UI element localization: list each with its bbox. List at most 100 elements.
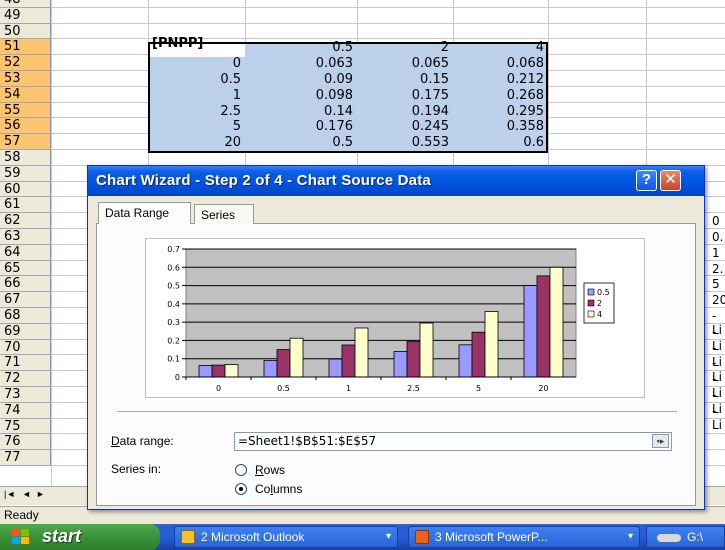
table-cell[interactable]: 0.268 [455,88,548,103]
y-tick-label: 0.6 [167,263,180,272]
row-header-49[interactable]: 49 [0,7,51,24]
table-cell[interactable]: 0.14 [247,104,357,119]
chevron-down-icon: ▾ [627,531,633,542]
windows-logo-icon [12,529,29,544]
taskbar: start 2 Microsoft Outlook ▾ 3 Microsoft … [0,524,725,550]
data-range-label: Data range: [111,434,174,448]
taskbar-item-drive[interactable]: G:\ [646,526,725,548]
row-header-68[interactable]: 68 [0,308,51,324]
table-cell[interactable]: 0.295 [455,104,548,119]
right-column-cell[interactable]: -Li [712,404,725,432]
taskbar-item-outlook[interactable]: 2 Microsoft Outlook ▾ [174,526,398,548]
row-header-55[interactable]: 55 [0,102,51,119]
right-column-cell[interactable]: 1 [712,246,720,260]
row-header-71[interactable]: 71 [0,355,51,372]
table-cell[interactable]: 2.5 [150,104,245,119]
table-cell[interactable]: 0.15 [359,72,453,87]
table-cell[interactable]: 0.358 [455,119,548,134]
row-header-58[interactable]: 58 [0,150,51,166]
table-cell[interactable]: 0.5 [247,135,357,150]
row-header-51[interactable]: 51 [0,39,51,56]
table-cell[interactable]: 4 [455,40,548,55]
table-cell[interactable]: 1 [150,88,245,103]
taskbar-item-powerpoint[interactable]: 3 Microsoft PowerP... ▾ [408,526,640,548]
row-header-74[interactable]: 74 [0,402,51,419]
row-header-53[interactable]: 53 [0,71,51,87]
next-sheet-arrow-icon[interactable]: ► [36,489,45,499]
data-range-tab-panel: 0 0.1 0.2 0.3 0.4 0.5 0.6 0.7 0 0.5 1 2.5 5 20 0.5 2 4 D… [96,223,696,506]
prev-sheet-arrow-icon[interactable]: ◄ [22,489,31,499]
table-cell[interactable]: 0.063 [247,56,357,71]
row-header-57[interactable]: 57 [0,134,51,150]
start-button[interactable]: start [0,524,160,550]
row-header-66[interactable]: 66 [0,276,51,293]
row-header-63[interactable]: 63 [0,229,51,245]
row-header-59[interactable]: 59 [0,165,51,182]
columns-radio[interactable] [235,483,247,495]
table-cell[interactable]: 0.065 [359,56,453,71]
tab-series[interactable]: Series [194,204,254,224]
row-header-60[interactable]: 60 [0,181,51,198]
help-button[interactable]: ? [636,170,657,191]
table-cell[interactable]: 0.176 [247,119,357,134]
row-header-50[interactable]: 50 [0,23,51,40]
columns-radio-label[interactable]: Columns [255,482,302,496]
row-header-67[interactable]: 67 [0,292,51,308]
first-sheet-arrow-icon[interactable]: |◄ [4,489,15,499]
row-header-54[interactable]: 54 [0,86,51,103]
collapse-dialog-icon[interactable]: ▪▸ [652,434,669,448]
right-column-cell[interactable]: 5 [712,277,720,291]
row-header-70[interactable]: 70 [0,339,51,356]
row-header-72[interactable]: 72 [0,371,51,387]
table-cell[interactable]: 0.212 [455,72,548,87]
table-cell[interactable]: 0.068 [455,56,548,71]
table-cell[interactable]: 0.194 [359,104,453,119]
row-header-56[interactable]: 56 [0,118,51,135]
row-gridline [51,22,725,24]
table-cell[interactable]: 2 [359,40,453,55]
table-cell[interactable]: 0.175 [359,88,453,103]
row-header-62[interactable]: 62 [0,213,51,229]
rows-radio[interactable] [235,464,247,476]
row-header-61[interactable]: 61 [0,197,51,214]
legend-swatch [587,299,595,307]
table-cell[interactable]: 0.5 [247,40,357,55]
tab-data-range[interactable]: Data Range [98,202,191,224]
y-tick-label: 0.4 [167,300,180,309]
dialog-title: Chart Wizard - Step 2 of 4 - Chart Sourc… [96,172,431,189]
table-cell[interactable]: 0.5 [150,72,245,87]
table-cell[interactable]: 0.09 [247,72,357,87]
x-tick-label: 2.5 [407,384,420,393]
dialog-title-bar[interactable]: Chart Wizard - Step 2 of 4 - Chart Sourc… [88,166,704,196]
row-header-76[interactable]: 76 [0,434,51,451]
series-in-label: Series in: [111,462,162,476]
row-header-73[interactable]: 73 [0,387,51,403]
right-column-cell[interactable]: 2. [712,262,723,276]
row-header-69[interactable]: 69 [0,323,51,340]
table-cell[interactable]: 0.245 [359,119,453,134]
right-column-cell[interactable]: 0. [712,230,723,244]
table-cell[interactable]: 5 [150,119,245,134]
row-header-52[interactable]: 52 [0,55,51,71]
row-header-77[interactable]: 77 [0,450,51,466]
x-tick-label: 1 [346,384,351,393]
start-label: start [42,526,82,546]
row-header-64[interactable]: 64 [0,244,51,261]
table-cell[interactable]: 0.553 [359,135,453,150]
right-column-cell[interactable]: 20 [712,293,725,307]
bar [289,337,304,378]
bar [536,275,551,378]
table-cell[interactable]: 20 [150,135,245,150]
close-button[interactable]: ✕ [660,170,681,191]
table-cell[interactable]: 0.6 [455,135,548,150]
table-cell[interactable]: 0 [150,56,245,71]
row-header-48[interactable]: 48 [0,0,51,8]
rows-radio-label[interactable]: Rows [255,463,285,477]
table-cell[interactable] [150,40,245,55]
table-cell[interactable]: 0.098 [247,88,357,103]
data-range-input[interactable]: =Sheet1!$B$51:$E$57 [234,432,672,451]
row-header-65[interactable]: 65 [0,260,51,277]
bar [354,327,369,378]
row-header-75[interactable]: 75 [0,418,51,435]
right-column-cell[interactable]: 0 [712,214,720,228]
